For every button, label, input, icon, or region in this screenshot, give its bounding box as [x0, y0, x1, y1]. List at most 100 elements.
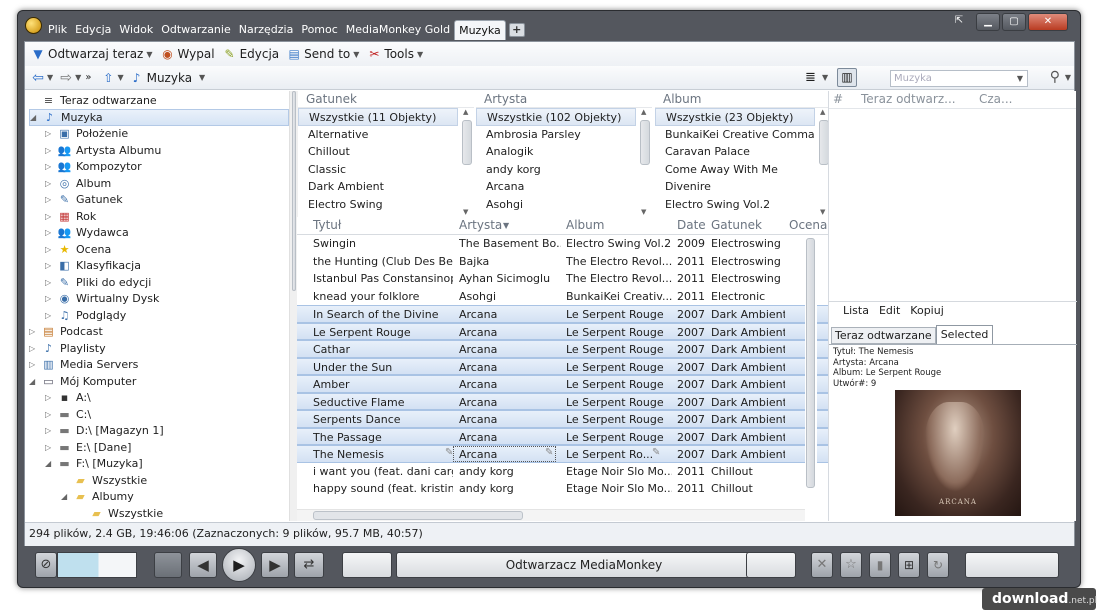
tree-item[interactable]: ▰ Wszystkie	[61, 472, 147, 489]
tree-item[interactable]: ▷ ✎ Pliki do edycji	[45, 274, 151, 291]
location-breadcrumb[interactable]: ♪ Muzyka ▼	[130, 71, 205, 85]
menu-item-2[interactable]: Widok	[115, 20, 157, 40]
table-row[interactable]: i want you (feat. dani cargo) andy korg Et…	[297, 463, 829, 481]
tab-selected[interactable]: Selected	[935, 325, 994, 344]
table-row[interactable]: Le Serpent Rouge Arcana Le Serpent Rouge 20…	[297, 322, 829, 340]
tree-item[interactable]: ◢ ▬ F:\ [Muzyka]	[45, 455, 143, 472]
filter-item[interactable]: Electro Swing Vol.2	[655, 196, 815, 214]
filter-item[interactable]: Classic	[298, 161, 458, 179]
edit-menu[interactable]: Edit	[879, 302, 900, 319]
table-row[interactable]: knead your folklore Asohgi BunkaiKei Creat…	[297, 288, 829, 306]
tree-item[interactable]: ▷ ★ Ocena	[45, 241, 111, 258]
scrollbar-thumb[interactable]	[806, 238, 815, 488]
back-arrow-icon[interactable]: ⇦	[31, 71, 45, 85]
list-view-icon[interactable]: ≣	[805, 70, 816, 85]
scroll-up-icon[interactable]: ▲	[641, 108, 646, 116]
scrollbar-thumb[interactable]	[640, 120, 650, 165]
table-row[interactable]: Istanbul Pas Constansinople Ayhan Sicimog…	[297, 270, 829, 288]
restore-icon[interactable]: ⇱	[948, 13, 970, 31]
filter-item[interactable]: Asohgi	[476, 196, 636, 214]
tree-item[interactable]: ▷ ▦ Rok	[45, 208, 96, 225]
tree-item[interactable]: ▷ ◎ Album	[45, 175, 111, 192]
tree-item[interactable]: ▷ ▬ E:\ [Dane]	[45, 439, 131, 456]
expand-toggle-icon[interactable]: ◢	[30, 113, 38, 122]
menu-item-5[interactable]: Pomoc	[297, 20, 341, 40]
tree-item[interactable]: ▰ Wszystkie	[77, 505, 163, 522]
expand-toggle-icon[interactable]: ◢	[61, 492, 69, 501]
tree-item[interactable]: ▷ ♫ Podglądy	[45, 307, 126, 324]
play-now-button[interactable]: ▼ Odtwarzaj teraz ▼	[31, 47, 152, 61]
filter-item[interactable]: Ambrosia Parsley	[476, 126, 636, 144]
column-view-icon[interactable]: ▥	[837, 68, 857, 87]
table-row[interactable]: Seductive Flame Arcana Le Serpent Rouge 200…	[297, 392, 829, 410]
table-row[interactable]: The Passage Arcana Le Serpent Rouge 2007 Dar…	[297, 427, 829, 445]
col-number[interactable]: #	[833, 92, 843, 106]
track-scrollbar[interactable]	[805, 235, 817, 522]
disable-icon[interactable]: ⊘	[35, 552, 57, 578]
play-icon[interactable]: ▶	[222, 548, 256, 582]
tree-item[interactable]: ▷ ▥ Media Servers	[29, 356, 138, 373]
tree-item[interactable]: ▷ 👥 Wydawca	[45, 224, 129, 241]
filter-item[interactable]: Dark Ambient	[298, 178, 458, 196]
hscrollbar-thumb[interactable]	[313, 511, 523, 520]
chevron-down-icon[interactable]: ▼	[47, 73, 53, 82]
expand-toggle-icon[interactable]: ▷	[45, 393, 53, 402]
chevron-down-icon[interactable]: ▼	[822, 73, 828, 82]
filter-scrollbar[interactable]: ▲ ▼	[638, 108, 652, 216]
tree-item[interactable]: ▷ ▬ D:\ [Magazyn 1]	[45, 422, 164, 439]
table-row[interactable]: The Nemesis Arcana Le Serpent Ro... 2007 Dar…	[297, 445, 829, 463]
expand-toggle-icon[interactable]: ▷	[45, 426, 53, 435]
menu-item-4[interactable]: Narzędzia	[235, 20, 298, 40]
table-row[interactable]: Under the Sun Arcana Le Serpent Rouge 2007 D…	[297, 357, 829, 375]
filter-header[interactable]: Album	[655, 91, 831, 108]
filter-item[interactable]: Wszystkie (102 Objekty)	[476, 108, 636, 126]
chevron-down-icon[interactable]: ▼	[75, 73, 81, 82]
filter-item[interactable]: BunkaiKei Creative Comman...	[655, 126, 815, 144]
tab-now-playing[interactable]: Teraz odtwarzane	[831, 327, 936, 344]
scrollbar-thumb[interactable]	[462, 120, 472, 165]
track-hscrollbar[interactable]	[297, 509, 805, 521]
expand-toggle-icon[interactable]: ▷	[45, 443, 53, 452]
expand-toggle-icon[interactable]: ◢	[45, 459, 53, 468]
tree-item[interactable]: ▷ ♪ Playlisty	[29, 340, 106, 357]
filter-item[interactable]: Wszystkie (11 Objekty)	[298, 108, 458, 126]
filter-item[interactable]: Chillout	[298, 143, 458, 161]
pin-icon[interactable]: ✎	[545, 447, 553, 458]
expand-toggle-icon[interactable]: ▷	[45, 129, 53, 138]
edit-button[interactable]: ✎ Edycja	[223, 47, 280, 61]
col-now-playing[interactable]: Teraz odtwarz...	[861, 92, 956, 106]
filter-item[interactable]: Alternative	[298, 126, 458, 144]
tree-item[interactable]: ≡ Teraz odtwarzane	[29, 92, 157, 109]
table-row[interactable]: Swingin The Basement Bo... Electro Swing V…	[297, 235, 829, 253]
table-row[interactable]: Serpents Dance Arcana Le Serpent Rouge 2007…	[297, 410, 829, 428]
scrollbar-thumb[interactable]	[292, 91, 296, 291]
tree-item[interactable]: ▷ ▣ Położenie	[45, 125, 128, 142]
expand-toggle-icon[interactable]: ▷	[45, 179, 53, 188]
expand-toggle-icon[interactable]: ▷	[45, 162, 53, 171]
close-button[interactable]: ✕	[1028, 13, 1068, 31]
expand-toggle-icon[interactable]: ▷	[45, 294, 53, 303]
expand-toggle-icon[interactable]: ▷	[45, 261, 53, 270]
expand-toggle-icon[interactable]: ▷	[45, 278, 53, 287]
expand-toggle-icon[interactable]: ▷	[45, 146, 53, 155]
add-tab-icon[interactable]: +	[508, 23, 525, 37]
copy-menu[interactable]: Kopiuj	[910, 302, 943, 319]
expand-toggle-icon[interactable]: ▷	[45, 410, 53, 419]
shuffle-icon[interactable]: ⇄	[294, 552, 324, 578]
expand-toggle-icon[interactable]: ▷	[45, 212, 53, 221]
volume-slider[interactable]	[57, 552, 137, 578]
expand-toggle-icon[interactable]: ▷	[29, 327, 37, 336]
more-chevron-icon[interactable]: »	[85, 72, 91, 83]
menu-item-6[interactable]: MediaMonkey Gold	[342, 20, 454, 40]
equalizer-icon[interactable]: ▮	[869, 552, 891, 578]
column-header[interactable]: Date	[677, 218, 706, 232]
close-player-icon[interactable]: ✕	[811, 552, 833, 578]
table-row[interactable]: Cathar Arcana Le Serpent Rouge 2007 Dark Amb…	[297, 340, 829, 358]
pin-icon[interactable]: ✎	[445, 447, 453, 458]
minimize-button[interactable]: ▁	[976, 13, 1000, 31]
filter-item[interactable]: Electro Swing	[298, 196, 458, 214]
tree-item[interactable]: ▷ ◉ Wirtualny Dysk	[45, 290, 159, 307]
menu-item-3[interactable]: Odtwarzanie	[157, 20, 235, 40]
chevron-down-icon[interactable]: ▼	[1065, 73, 1071, 82]
mediamonkey-logo-icon[interactable]	[25, 17, 42, 34]
